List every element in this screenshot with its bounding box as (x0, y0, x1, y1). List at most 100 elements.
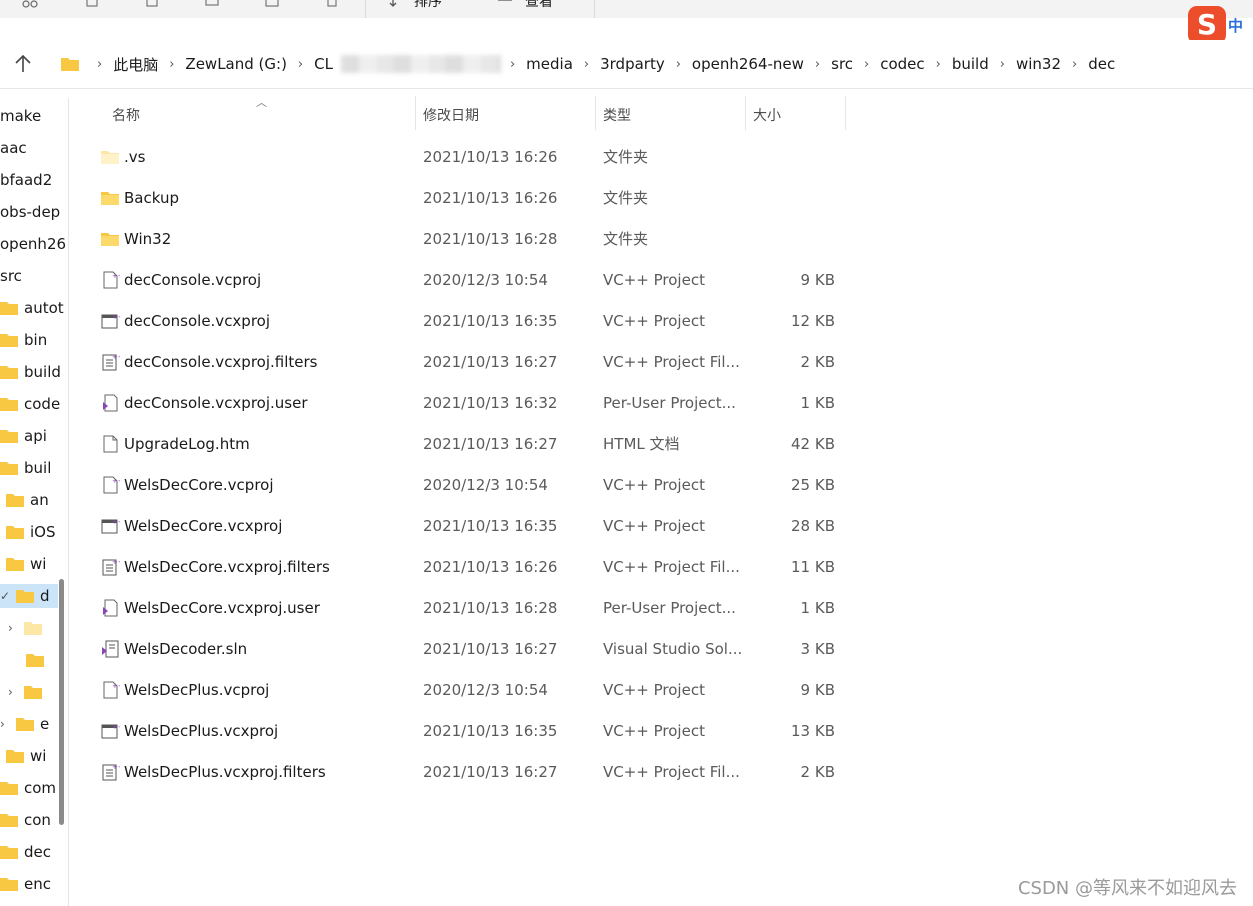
ime-indicator[interactable]: S 中 (1188, 6, 1243, 44)
view-button[interactable]: 查看 (525, 0, 553, 11)
file-type: VC++ Project (603, 721, 705, 740)
breadcrumb-src[interactable]: src (829, 55, 855, 73)
nav-item[interactable]: autot (0, 296, 70, 320)
copy-icon[interactable] (84, 0, 100, 8)
nav-item[interactable]: ✓ d (0, 584, 58, 608)
breadcrumb-this-pc[interactable]: 此电脑 (111, 54, 160, 75)
chevron-icon[interactable]: › (8, 685, 20, 699)
up-arrow-icon[interactable] (12, 53, 34, 75)
file-date: 2020/12/3 10:54 (423, 680, 548, 699)
sogou-logo-icon: S (1188, 6, 1226, 44)
delete-icon[interactable] (324, 0, 340, 8)
chevron-icon[interactable]: › (0, 717, 12, 731)
file-date: 2021/10/13 16:27 (423, 352, 558, 371)
file-row[interactable]: ++ WelsDecPlus.vcproj 2020/12/3 10:54 VC++ … (92, 669, 852, 710)
chevron-icon[interactable]: › (8, 621, 20, 635)
paste-icon[interactable] (144, 0, 160, 8)
nav-item[interactable]: api (0, 424, 70, 448)
nav-item[interactable]: build (0, 360, 70, 384)
nav-item[interactable]: obs-dep (0, 200, 70, 224)
chevron-right-icon[interactable]: › (864, 57, 869, 72)
nav-item[interactable]: buil (0, 456, 70, 480)
folder-icon (26, 654, 44, 667)
rename-icon[interactable] (204, 0, 220, 8)
file-row[interactable]: ++ decConsole.vcproj 2020/12/3 10:54 VC++ P… (92, 259, 852, 300)
breadcrumb-media[interactable]: media (524, 55, 575, 73)
file-row[interactable]: decConsole.vcxproj.user 2021/10/13 16:32 P… (92, 382, 852, 423)
scrollbar-thumb[interactable] (59, 579, 64, 825)
file-name: WelsDecPlus.vcxproj.filters (124, 762, 326, 781)
column-header-size[interactable]: 大小 (753, 96, 781, 134)
nav-item[interactable]: openh26 (0, 232, 70, 256)
file-type: VC++ Project (603, 680, 705, 699)
file-row[interactable]: UpgradeLog.htm 2021/10/13 16:27 HTML 文档 42 … (92, 423, 852, 464)
chevron-right-icon[interactable]: › (815, 57, 820, 72)
chevron-right-icon[interactable]: › (936, 57, 941, 72)
breadcrumb-build[interactable]: build (950, 55, 991, 73)
column-divider[interactable] (745, 96, 746, 130)
breadcrumb-openh264[interactable]: openh264-new (690, 55, 806, 73)
sort-button[interactable]: 排序 (414, 0, 442, 11)
nav-item[interactable]: dec (0, 840, 70, 864)
nav-item-label: build (24, 363, 61, 381)
chevron-right-icon[interactable]: › (1072, 57, 1077, 72)
file-row[interactable]: ++ WelsDecCore.vcxproj 2021/10/13 16:35 VC+… (92, 505, 852, 546)
breadcrumb-win32[interactable]: win32 (1014, 55, 1063, 73)
nav-item[interactable]: make (0, 104, 70, 128)
folder-icon (24, 622, 42, 635)
share-icon[interactable] (264, 0, 280, 8)
nav-item-label: com (24, 779, 57, 797)
file-row[interactable]: ++ WelsDecCore.vcxproj.filters 2021/10/13 … (92, 546, 852, 587)
column-divider[interactable] (845, 96, 846, 130)
nav-item[interactable]: bfaad2 (0, 168, 70, 192)
nav-item[interactable]: src (0, 264, 70, 288)
nav-item[interactable]: bin (0, 328, 70, 352)
file-row[interactable]: .vs 2021/10/13 16:26 文件夹 (92, 136, 852, 177)
column-header-name[interactable]: 名称 (112, 96, 140, 134)
cut-icon[interactable] (22, 0, 38, 8)
breadcrumb-obscured[interactable]: CL (312, 55, 335, 73)
chevron-right-icon[interactable]: › (97, 57, 102, 72)
chevron-right-icon[interactable]: › (1000, 57, 1005, 72)
file-row[interactable]: ++ WelsDecCore.vcproj 2020/12/3 10:54 VC++ … (92, 464, 852, 505)
breadcrumb-3rdparty[interactable]: 3rdparty (598, 55, 667, 73)
chevron-icon[interactable]: ✓ (0, 589, 12, 603)
nav-item[interactable]: aac (0, 136, 70, 160)
breadcrumb-drive[interactable]: ZewLand (G:) (183, 55, 289, 73)
chevron-right-icon[interactable]: › (510, 57, 515, 72)
folder-icon (0, 334, 18, 347)
file-row[interactable]: WelsDecoder.sln 2021/10/13 16:27 Visual St… (92, 628, 852, 669)
file-row[interactable]: ++ WelsDecPlus.vcxproj 2021/10/13 16:35 VC+… (92, 710, 852, 751)
chevron-right-icon[interactable]: › (676, 57, 681, 72)
address-bar[interactable]: › 此电脑 › ZewLand (G:) › CL › media › 3rdp… (50, 40, 1250, 88)
filters-icon: ++ (100, 762, 124, 782)
file-name: WelsDecPlus.vcproj (124, 680, 270, 699)
pane-divider[interactable] (68, 98, 69, 906)
file-row[interactable]: Win32 2021/10/13 16:28 文件夹 (92, 218, 852, 259)
nav-item[interactable]: iOS (0, 520, 72, 544)
column-header-type[interactable]: 类型 (603, 96, 631, 134)
svg-text:++: ++ (112, 272, 120, 280)
nav-item[interactable]: code (0, 392, 70, 416)
chevron-right-icon[interactable]: › (169, 57, 174, 72)
file-size: 1 KB (800, 598, 835, 617)
chevron-right-icon[interactable]: › (584, 57, 589, 72)
nav-item[interactable]: wi (0, 552, 72, 576)
breadcrumb-codec[interactable]: codec (878, 55, 926, 73)
breadcrumb-dec[interactable]: dec (1086, 55, 1117, 73)
file-row[interactable]: ++ WelsDecPlus.vcxproj.filters 2021/10/13 … (92, 751, 852, 792)
chevron-right-icon[interactable]: › (298, 57, 303, 72)
column-divider[interactable] (415, 96, 416, 130)
redacted-path (340, 55, 501, 73)
nav-item[interactable]: an (0, 488, 72, 512)
file-date: 2021/10/13 16:35 (423, 311, 558, 330)
nav-item[interactable]: enc (0, 872, 70, 896)
file-size: 11 KB (791, 557, 835, 576)
file-row[interactable]: ++ decConsole.vcxproj.filters 2021/10/13 1… (92, 341, 852, 382)
file-row[interactable]: ++ decConsole.vcxproj 2021/10/13 16:35 VC++… (92, 300, 852, 341)
column-divider[interactable] (595, 96, 596, 130)
file-row[interactable]: Backup 2021/10/13 16:26 文件夹 (92, 177, 852, 218)
column-header-date[interactable]: 修改日期 (423, 96, 479, 134)
file-row[interactable]: WelsDecCore.vcxproj.user 2021/10/13 16:28… (92, 587, 852, 628)
more-options-button[interactable]: ··· (612, 0, 628, 4)
